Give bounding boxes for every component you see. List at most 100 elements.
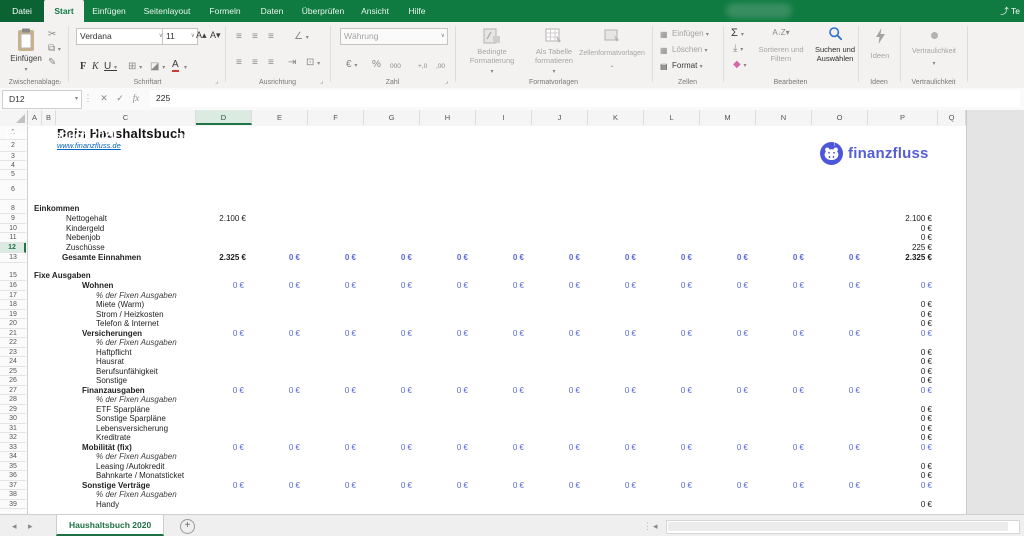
- month-value[interactable]: 0 €: [644, 329, 692, 339]
- clear-icon[interactable]: ◆ ▾: [733, 60, 746, 71]
- month-value[interactable]: 0 €: [812, 329, 860, 339]
- month-header-januar[interactable]: Januar: [163, 126, 219, 146]
- month-value[interactable]: 0 €: [756, 481, 804, 491]
- month-value[interactable]: 0 €: [812, 481, 860, 491]
- month-header-august[interactable]: August: [555, 126, 611, 146]
- total-value[interactable]: 0 €: [868, 233, 932, 243]
- month-header-september[interactable]: September: [611, 126, 667, 146]
- worksheet-grid[interactable]: 1234568910111213151617181920212223242526…: [0, 126, 1024, 514]
- percent-of-fixed-label[interactable]: % der Fixen Ausgaben: [96, 490, 177, 500]
- increase-decimal-icon[interactable]: +,0: [418, 62, 427, 72]
- month-value[interactable]: 0 €: [588, 481, 636, 491]
- row-header-18[interactable]: 18: [0, 300, 26, 310]
- insert-cells-button[interactable]: Einfügen ▾: [672, 29, 709, 38]
- ribbon-tab-hilfe[interactable]: Hilfe: [398, 0, 436, 22]
- table-title-cell[interactable]: Haushaltsbuch 2020: [0, 126, 163, 146]
- month-header-mai[interactable]: Mai: [387, 126, 443, 146]
- total-value[interactable]: 0 €: [868, 224, 932, 234]
- month-total[interactable]: 0 €: [756, 253, 804, 263]
- thousands-icon[interactable]: 000: [390, 62, 401, 72]
- row-header-13[interactable]: 13: [0, 253, 26, 263]
- income-item-zuschuesse[interactable]: Zuschüsse: [66, 243, 105, 253]
- align-center-icon[interactable]: ≡: [252, 58, 258, 68]
- january-total[interactable]: 2.325 €: [196, 253, 246, 263]
- month-value[interactable]: 0 €: [644, 443, 692, 453]
- column-header-J[interactable]: J: [532, 110, 588, 125]
- ribbon-tab-daten[interactable]: Daten: [250, 0, 294, 22]
- month-total[interactable]: 0 €: [588, 253, 636, 263]
- month-header-dezember[interactable]: Dezember: [779, 126, 835, 146]
- month-value[interactable]: 0 €: [532, 386, 580, 396]
- month-value[interactable]: 0 €: [756, 443, 804, 453]
- total-value[interactable]: 0 €: [868, 376, 932, 386]
- row-header-28[interactable]: 28: [0, 395, 26, 405]
- row-header-37[interactable]: 37: [0, 481, 26, 491]
- month-value[interactable]: 0 €: [252, 329, 300, 339]
- month-header-april[interactable]: April: [331, 126, 387, 146]
- month-value[interactable]: 0 €: [196, 386, 244, 396]
- month-value[interactable]: 0 €: [364, 443, 412, 453]
- font-dialog-launcher[interactable]: ⌟: [215, 77, 218, 85]
- month-value[interactable]: 0 €: [420, 329, 468, 339]
- expense-item[interactable]: Bahnkarte / Monatsticket: [96, 471, 184, 481]
- month-value[interactable]: 0 €: [532, 481, 580, 491]
- column-header-B[interactable]: B: [42, 110, 56, 125]
- align-right-icon[interactable]: ≡: [268, 58, 274, 68]
- income-item-kindergeld[interactable]: Kindergeld: [66, 224, 104, 234]
- column-header-P[interactable]: P: [868, 110, 938, 125]
- row-header-31[interactable]: 31: [0, 424, 26, 434]
- next-sheet-arrow[interactable]: ▸: [28, 515, 33, 536]
- total-value[interactable]: 0 €: [868, 414, 932, 424]
- number-format-select[interactable]: Währung∨: [340, 28, 448, 45]
- month-value[interactable]: 0 €: [252, 443, 300, 453]
- month-value[interactable]: 0 €: [252, 281, 300, 291]
- row-header-25[interactable]: 25: [0, 367, 26, 377]
- percent-of-fixed-label[interactable]: % der Fixen Ausgaben: [96, 338, 177, 348]
- bold-icon[interactable]: F: [80, 62, 86, 72]
- month-value[interactable]: 0 €: [196, 481, 244, 491]
- month-value[interactable]: 0 €: [756, 329, 804, 339]
- expense-item[interactable]: Leasing /Autokredit: [96, 462, 165, 472]
- month-value[interactable]: 0 €: [476, 386, 524, 396]
- find-select-button[interactable]: Suchen und Auswählen: [812, 26, 858, 46]
- sort-filter-button[interactable]: A↓Z▾ Sortieren und Filtern: [752, 28, 810, 39]
- month-total[interactable]: 0 €: [252, 253, 300, 263]
- income-section-header[interactable]: Einkommen: [34, 204, 79, 214]
- month-value[interactable]: 0 €: [700, 481, 748, 491]
- ribbon-tab-formeln[interactable]: Formeln: [200, 0, 250, 22]
- expense-item[interactable]: Telefon & Internet: [96, 319, 159, 329]
- cell-styles-button[interactable]: Zellenformatvorlagen ⌄: [565, 28, 659, 49]
- total-value[interactable]: 0 €: [868, 424, 932, 434]
- row-header-9[interactable]: 9: [0, 214, 26, 224]
- fill-icon[interactable]: ⤓ ▾: [733, 44, 743, 55]
- month-value[interactable]: 0 €: [364, 481, 412, 491]
- align-bottom-icon[interactable]: ≡: [268, 32, 274, 42]
- currency-icon[interactable]: € ▾: [346, 60, 357, 71]
- month-value[interactable]: 0 €: [364, 281, 412, 291]
- expense-category-finanzausgaben[interactable]: Finanzausgaben: [82, 386, 145, 396]
- underline-icon[interactable]: U ▾: [104, 62, 117, 73]
- row-header-32[interactable]: 32: [0, 433, 26, 443]
- column-header-H[interactable]: H: [420, 110, 476, 125]
- income-total-label[interactable]: Gesamte Einnahmen: [62, 253, 141, 263]
- month-total[interactable]: 0 €: [644, 253, 692, 263]
- confirm-entry-icon[interactable]: ✓: [112, 90, 128, 107]
- january-value[interactable]: 2.100 €: [196, 214, 246, 224]
- row-header-6[interactable]: 6: [0, 180, 26, 200]
- format-cells-button[interactable]: Format ▾: [672, 61, 703, 70]
- row-header-38[interactable]: 38: [0, 490, 26, 500]
- expense-category-mobilität (fix)[interactable]: Mobilität (fix): [82, 443, 132, 453]
- month-total[interactable]: 0 €: [476, 253, 524, 263]
- insert-cells-icon[interactable]: ▦: [660, 30, 668, 40]
- total-value[interactable]: 0 €: [868, 367, 932, 377]
- total-value[interactable]: 0 €: [868, 329, 932, 339]
- total-value[interactable]: 0 €: [868, 281, 932, 291]
- row-header-22[interactable]: 22: [0, 338, 26, 348]
- month-value[interactable]: 0 €: [588, 329, 636, 339]
- format-cells-icon[interactable]: ▤: [660, 62, 668, 72]
- month-total[interactable]: 0 €: [700, 253, 748, 263]
- ribbon-tab-einfügen[interactable]: Einfügen: [84, 0, 134, 22]
- month-value[interactable]: 0 €: [420, 443, 468, 453]
- column-header-G[interactable]: G: [364, 110, 420, 125]
- month-value[interactable]: 0 €: [196, 329, 244, 339]
